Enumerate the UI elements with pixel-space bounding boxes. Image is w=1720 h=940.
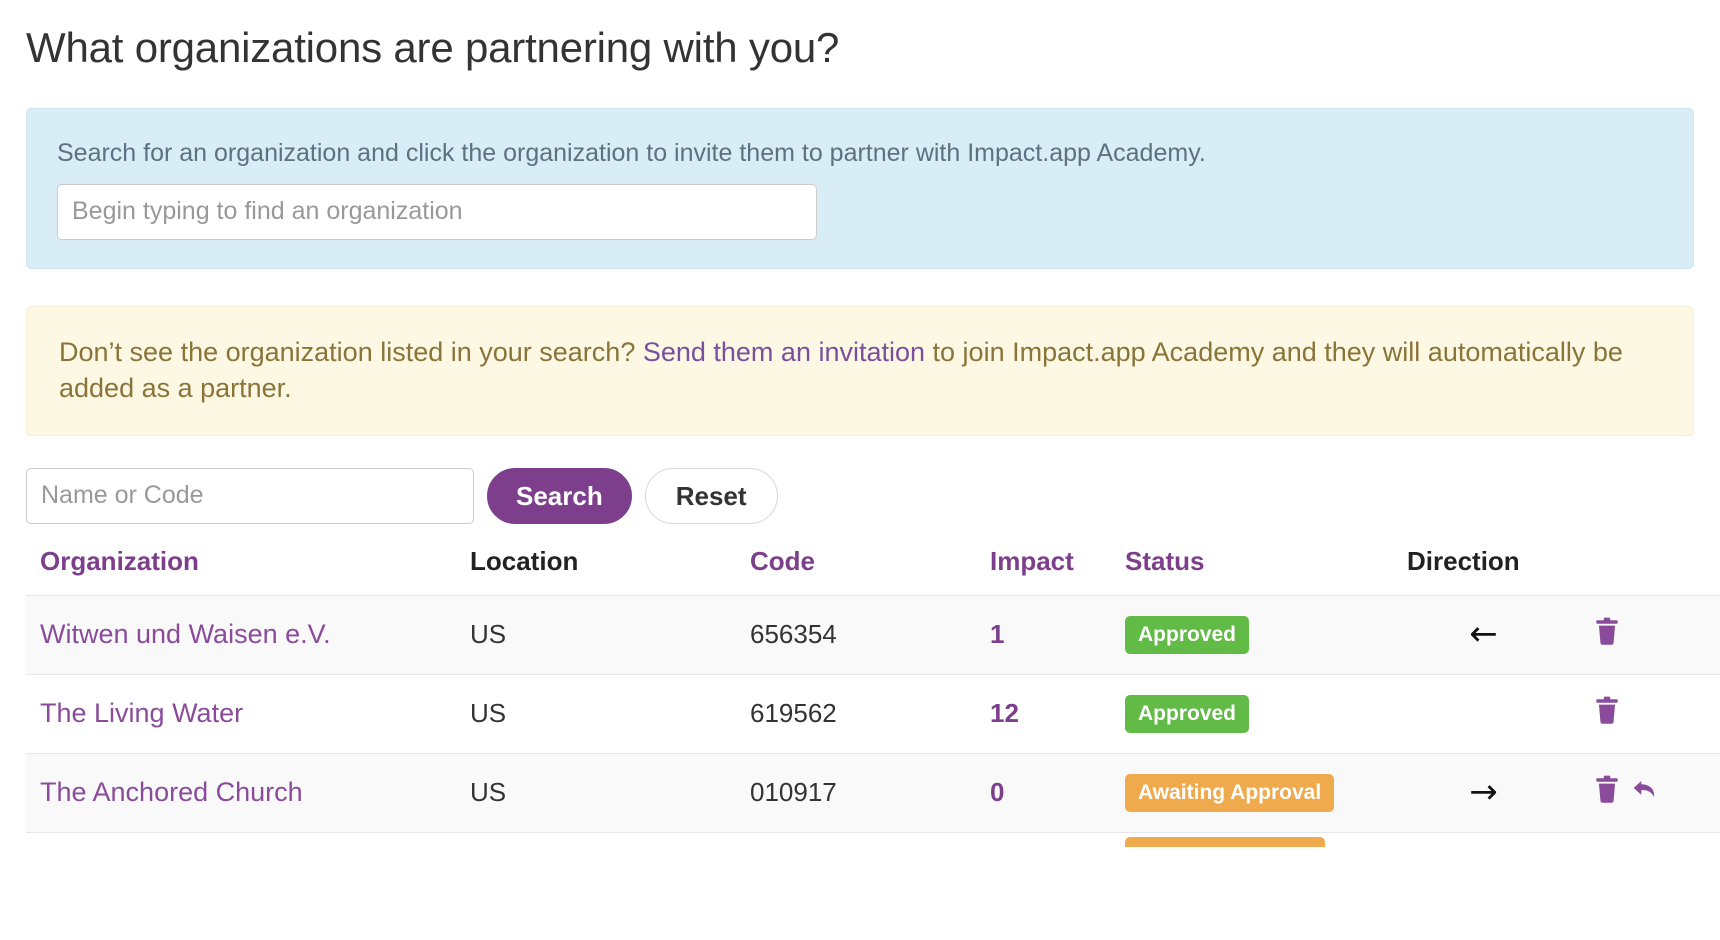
column-header-impact[interactable]: Impact — [990, 546, 1125, 596]
organization-search-panel: Search for an organization and click the… — [26, 107, 1694, 269]
cell-status: Approved — [1125, 594, 1385, 675]
cell-organization: Witwen und Waisen e.V. — [26, 594, 470, 675]
impact-value: 1 — [990, 619, 1005, 650]
column-header-direction: Direction — [1407, 545, 1520, 576]
delete-icon[interactable] — [1594, 616, 1620, 653]
table-row: Witwen und Waisen e.V. US 656354 1 Appro… — [26, 594, 1720, 675]
cell-location: US — [470, 594, 750, 675]
status-badge — [1125, 836, 1325, 847]
partner-organizations-table: Organization Location Code Impact Status… — [26, 546, 1720, 847]
organization-link[interactable]: Witwen und Waisen e.V. — [40, 619, 331, 649]
cell-impact: 1 — [990, 594, 1125, 675]
cell-actions — [1582, 673, 1720, 754]
delete-icon[interactable] — [1594, 774, 1620, 811]
cell-direction — [1385, 673, 1582, 754]
column-header-actions — [1582, 546, 1720, 596]
search-button[interactable]: Search — [487, 467, 632, 524]
status-badge: Approved — [1125, 615, 1250, 654]
column-header-code[interactable]: Code — [750, 546, 990, 596]
cell-actions — [1582, 831, 1720, 847]
column-header-status[interactable]: Status — [1125, 546, 1385, 596]
reset-button[interactable]: Reset — [644, 467, 778, 524]
table-row: The Living Water US 619562 12 Approved — [26, 673, 1720, 754]
cell-impact — [990, 831, 1125, 847]
arrow-left-icon: ← — [1469, 614, 1498, 655]
cell-status — [1125, 831, 1385, 847]
send-invitation-link[interactable]: Send them an invitation — [643, 337, 925, 367]
cell-organization — [26, 831, 470, 847]
table-header-row: Organization Location Code Impact Status… — [26, 546, 1720, 596]
invitation-notice-panel: Don’t see the organization listed in you… — [26, 305, 1694, 436]
table-row: The Anchored Church US 010917 0 Awaiting… — [26, 752, 1720, 833]
organization-search-input[interactable] — [57, 183, 817, 240]
cell-organization: The Anchored Church — [26, 752, 470, 833]
organization-search-instructions: Search for an organization and click the… — [57, 138, 1206, 167]
page-title: What organizations are partnering with y… — [26, 24, 840, 71]
cell-direction: → — [1385, 752, 1582, 833]
cell-status: Approved — [1125, 673, 1385, 754]
cell-actions — [1582, 752, 1720, 833]
cell-code — [750, 831, 990, 847]
table-header: Organization Location Code Impact Status… — [26, 546, 1720, 596]
column-header-location: Location — [470, 545, 579, 576]
cell-impact: 0 — [990, 752, 1125, 833]
delete-icon[interactable] — [1594, 695, 1620, 732]
cell-code: 010917 — [750, 752, 990, 833]
cell-direction — [1385, 831, 1582, 847]
undo-icon[interactable] — [1631, 774, 1659, 811]
cell-location: US — [470, 673, 750, 754]
partner-organizations-page: What organizations are partnering with y… — [0, 0, 1720, 940]
status-badge: Awaiting Approval — [1125, 773, 1335, 812]
cell-direction: ← — [1385, 594, 1582, 675]
name-or-code-input[interactable] — [26, 467, 474, 524]
cell-status: Awaiting Approval — [1125, 752, 1385, 833]
status-badge: Approved — [1125, 694, 1250, 733]
organization-link[interactable]: The Anchored Church — [40, 777, 303, 807]
arrow-right-icon: → — [1469, 772, 1498, 813]
impact-value: 12 — [990, 698, 1019, 729]
cell-actions — [1582, 594, 1720, 675]
invitation-notice-text: Don’t see the organization listed in you… — [59, 334, 1663, 407]
cell-location — [470, 831, 750, 847]
cell-organization: The Living Water — [26, 673, 470, 754]
filter-toolbar: Search Reset — [26, 467, 1694, 524]
organization-link[interactable]: The Living Water — [40, 698, 243, 728]
cell-code: 656354 — [750, 594, 990, 675]
cell-code: 619562 — [750, 673, 990, 754]
cell-impact: 12 — [990, 673, 1125, 754]
impact-value: 0 — [990, 777, 1005, 808]
table-body: Witwen und Waisen e.V. US 656354 1 Appro… — [26, 594, 1720, 847]
invitation-notice-text-before: Don’t see the organization listed in you… — [59, 336, 643, 367]
column-header-organization[interactable]: Organization — [26, 546, 470, 596]
cell-location: US — [470, 752, 750, 833]
table-row — [26, 831, 1720, 847]
